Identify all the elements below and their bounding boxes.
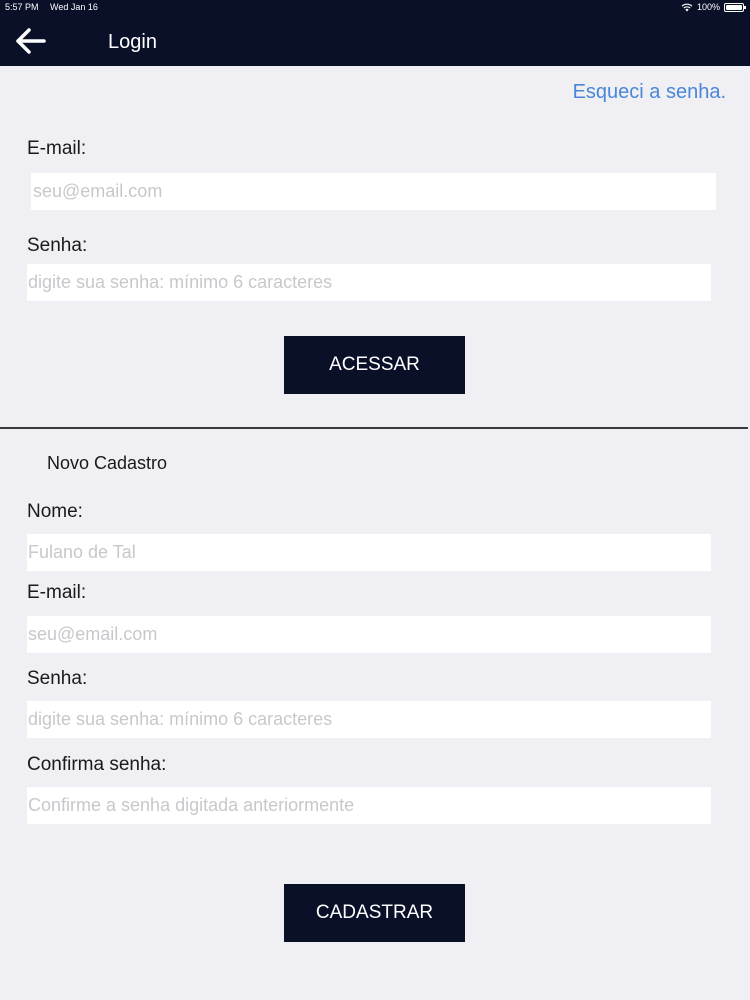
login-email-field[interactable] [31,173,716,210]
register-submit-button[interactable]: CADASTRAR [284,884,465,942]
status-left: 5:57 PM Wed Jan 16 [5,0,107,14]
forgot-password-link[interactable]: Esqueci a senha. [573,81,726,104]
register-section-title: Novo Cadastro [47,453,168,473]
arrow-left-icon [16,28,46,54]
battery-percent: 100% [696,2,720,12]
register-name-field[interactable] [27,534,711,571]
register-password-label: Senha: [27,668,88,689]
register-email-field[interactable] [27,616,711,653]
status-date: Wed Jan 16 [50,2,98,12]
status-time: 5:57 PM [5,2,39,12]
nav-bar: Login [0,14,750,66]
page-title: Login [108,31,157,53]
wifi-icon [681,3,693,11]
register-confirm-label: Confirma senha: [27,754,167,775]
register-confirm-field[interactable] [27,787,711,824]
register-email-label: E-mail: [27,582,87,603]
register-password-field[interactable] [27,701,711,738]
login-email-label: E-mail: [27,138,87,159]
back-button[interactable] [10,24,50,58]
status-bar: 5:57 PM Wed Jan 16 100% [0,0,750,14]
login-password-label: Senha: [27,235,88,256]
login-password-field[interactable] [27,264,711,301]
status-right: 100% [681,0,746,14]
login-submit-button[interactable]: ACESSAR [284,336,465,394]
register-name-label: Nome: [27,501,83,522]
battery-icon [724,2,746,12]
section-divider [0,427,748,429]
